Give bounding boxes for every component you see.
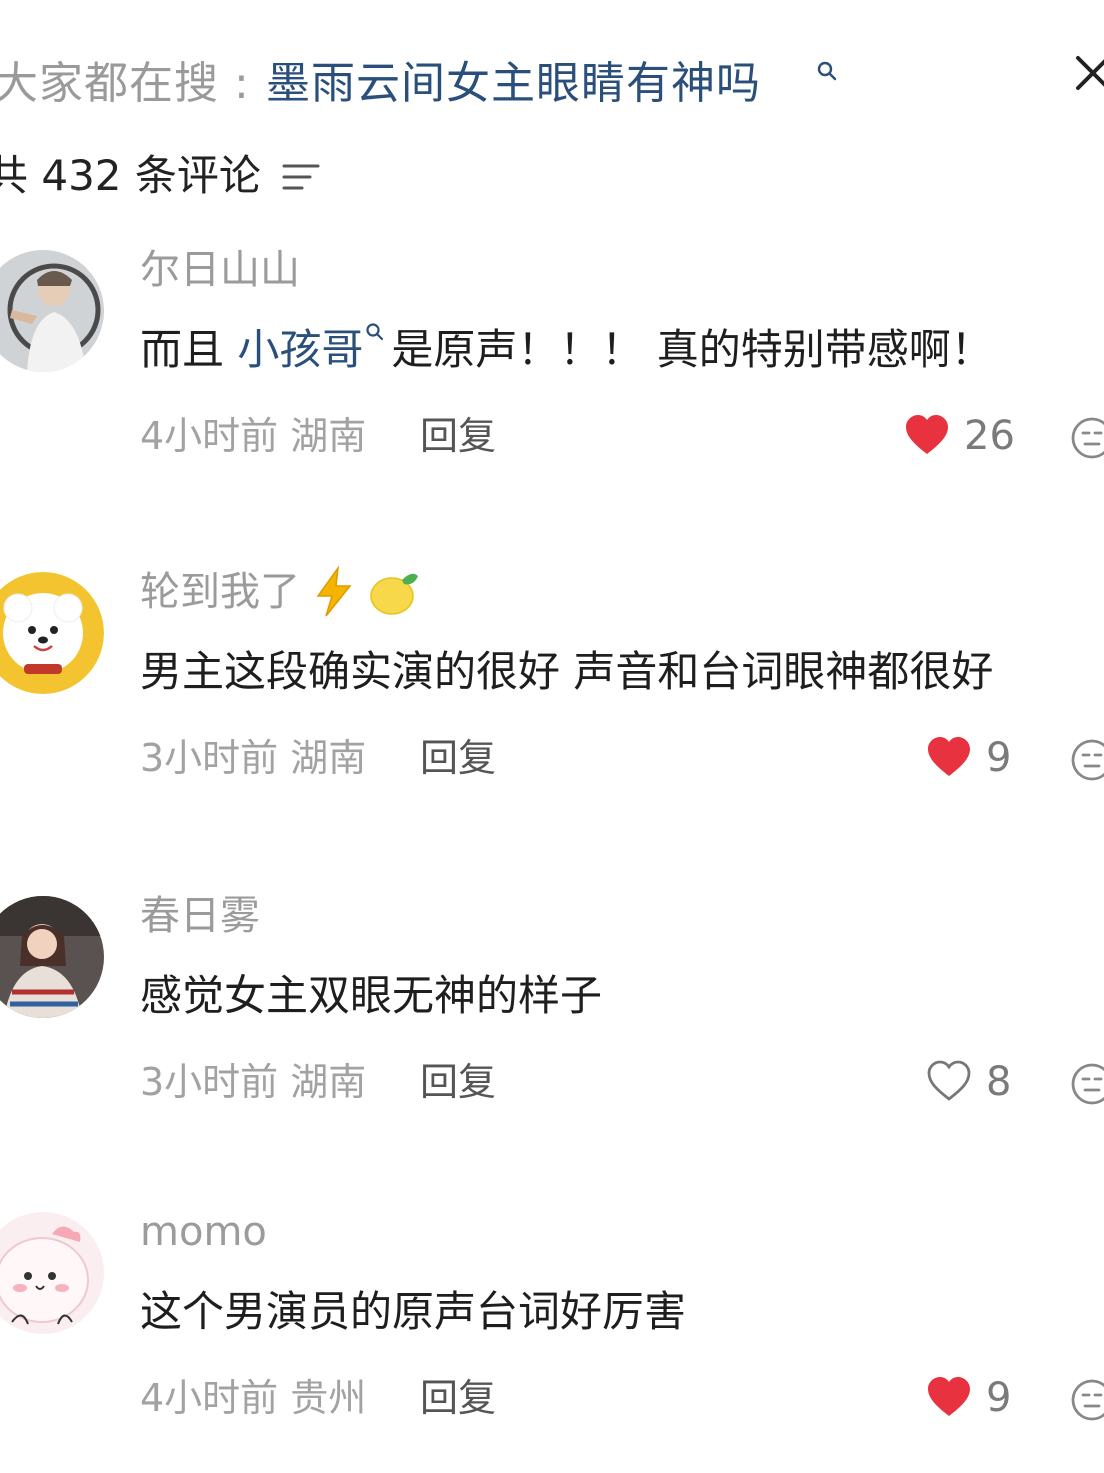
reply-button[interactable]: 回复 — [420, 1370, 496, 1426]
lemon-emoji — [368, 564, 420, 620]
comment-text: 男主这段确实演的很好 声音和台词眼神都很好 — [140, 647, 994, 696]
comment-text-part: 而且 — [140, 325, 238, 374]
avatar[interactable] — [0, 250, 104, 372]
comment-meta: 3小时前 湖南 — [140, 730, 366, 786]
like-count: 9 — [986, 735, 1012, 781]
like-count: 26 — [964, 413, 1015, 459]
avatar-photo-person-icon — [0, 896, 104, 1018]
comment-text: 而且 小孩哥 是原声！！！ 真的特别带感啊！ — [140, 320, 993, 380]
close-icon[interactable] — [1068, 50, 1104, 96]
emoji-face-icon[interactable] — [1070, 738, 1104, 782]
search-suggestion-prefix: 大家都在搜 : — [0, 58, 250, 109]
reply-button[interactable]: 回复 — [420, 730, 496, 786]
avatar-cartoon-dog-icon — [0, 572, 104, 694]
comment-item: 春日雾 感觉女主双眼无神的样子 3小时前 湖南 回复 8 — [0, 893, 1104, 1146]
comment-location: 湖南 — [290, 1060, 367, 1104]
comment-count-header: 共 432 条评论 — [0, 148, 600, 204]
heart-filled-icon — [928, 737, 970, 776]
comment-item: momo 这个男演员的原声台词好厉害 4小时前 贵州 回复 9 — [0, 1209, 1104, 1462]
avatar[interactable] — [0, 1212, 104, 1334]
comment-time: 3小时前 — [140, 736, 279, 780]
search-suggestion-link[interactable]: 墨雨云间女主眼睛有神吗 — [266, 52, 761, 116]
comment-location: 贵州 — [290, 1376, 367, 1420]
comment-item: 轮到我了 男主这段确实演的很好 声音和台词眼神都很好 3小时前 湖南 回复 9 — [0, 565, 1104, 822]
comment-meta: 4小时前 湖南 — [140, 408, 366, 464]
search-icon — [366, 323, 384, 341]
heart-outline-icon — [927, 1060, 971, 1101]
username[interactable]: 春日雾 — [140, 888, 260, 944]
search-icon — [817, 61, 837, 81]
emoji-face-icon[interactable] — [1070, 1378, 1104, 1422]
heart-filled-icon — [928, 1377, 970, 1416]
username[interactable]: momo — [140, 1204, 267, 1260]
avatar[interactable] — [0, 572, 104, 694]
comment-text-part: 是原声！！！ 真的特别带感啊！ — [391, 325, 993, 374]
username-text: 春日雾 — [140, 893, 260, 939]
comment-location: 湖南 — [290, 736, 367, 780]
search-suggestion-bar: 大家都在搜 : 墨雨云间女主眼睛有神吗 — [0, 52, 1104, 116]
like-button[interactable]: 26 — [904, 412, 1024, 460]
username-text: momo — [140, 1209, 267, 1255]
comment-time: 3小时前 — [140, 1060, 279, 1104]
reply-button[interactable]: 回复 — [420, 1054, 496, 1110]
avatar-photo-person-icon — [0, 250, 104, 372]
comment-location: 湖南 — [290, 414, 367, 458]
like-button[interactable]: 9 — [926, 1374, 1026, 1422]
heart-filled-icon — [906, 415, 948, 454]
comment-item: 尔日山山 而且 小孩哥 是原声！！！ 真的特别带感啊！ 4小时前 湖南 回复 26 — [0, 247, 1104, 500]
avatar-cartoon-character-icon — [0, 1212, 104, 1334]
username-text: 轮到我了 — [140, 569, 300, 615]
like-button[interactable]: 9 — [926, 734, 1026, 782]
comment-text: 这个男演员的原声台词好厉害 — [140, 1287, 687, 1336]
username[interactable]: 尔日山山 — [140, 242, 300, 298]
comment-text: 感觉女主双眼无神的样子 — [140, 971, 603, 1020]
sort-lines-icon[interactable] — [280, 160, 322, 194]
comment-meta: 3小时前 湖南 — [140, 1054, 366, 1110]
comment-time: 4小时前 — [140, 414, 279, 458]
inline-search-link[interactable]: 小孩哥 — [237, 325, 363, 374]
emoji-face-icon[interactable] — [1070, 416, 1104, 460]
comment-meta: 4小时前 贵州 — [140, 1370, 366, 1426]
comment-count: 共 432 条评论 — [0, 151, 261, 200]
emoji-face-icon[interactable] — [1070, 1062, 1104, 1106]
comment-time: 4小时前 — [140, 1376, 279, 1420]
like-count: 8 — [986, 1059, 1012, 1105]
like-button[interactable]: 8 — [926, 1058, 1026, 1106]
lightning-emoji — [308, 564, 360, 620]
username[interactable]: 轮到我了 — [140, 564, 420, 620]
username-text: 尔日山山 — [140, 247, 300, 293]
reply-button[interactable]: 回复 — [420, 408, 496, 464]
avatar[interactable] — [0, 896, 104, 1018]
like-count: 9 — [986, 1375, 1012, 1421]
